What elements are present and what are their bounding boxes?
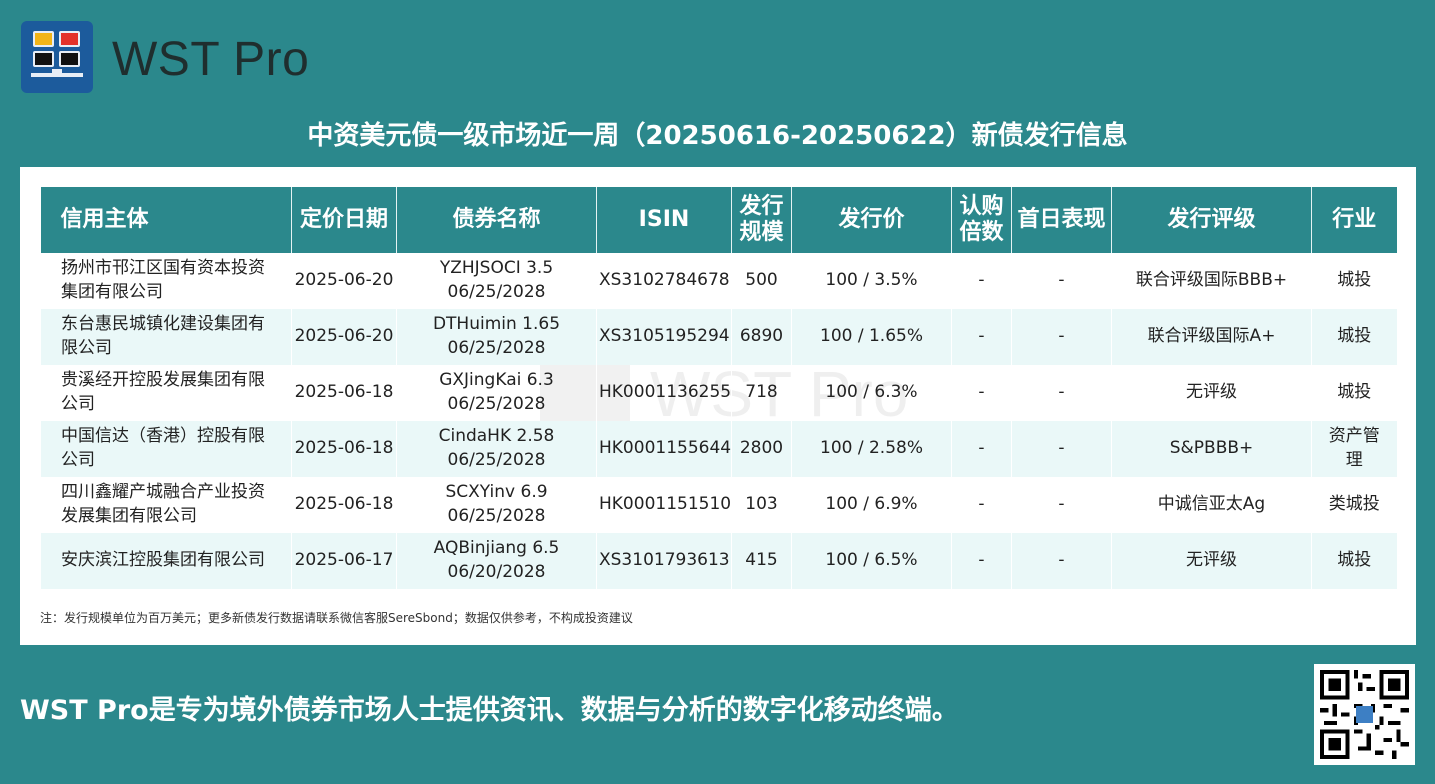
- table-cell: XS3101793613: [596, 533, 732, 589]
- table-cell: -: [1011, 365, 1112, 421]
- column-header: 发行价: [791, 187, 952, 253]
- table-cell: 城投: [1311, 533, 1397, 589]
- table-cell: 2025-06-17: [291, 533, 397, 589]
- table-cell: 2025-06-18: [291, 365, 397, 421]
- table-cell: 100 / 6.3%: [791, 365, 952, 421]
- table-cell: 6890: [731, 309, 792, 365]
- table-cell: -: [1011, 309, 1112, 365]
- table-cell: 103: [731, 477, 792, 533]
- table-cell: 东台惠民城镇化建设集团有 限公司: [40, 309, 292, 365]
- table-cell: 500: [731, 253, 792, 309]
- column-header: ISIN: [596, 187, 732, 253]
- table-cell: 联合评级国际BBB+: [1111, 253, 1312, 309]
- table-cell: HK0001151510: [596, 477, 732, 533]
- column-header: 债券名称: [396, 187, 597, 253]
- column-header: 发行 规模: [731, 187, 792, 253]
- table-cell: 中诚信亚太Ag: [1111, 477, 1312, 533]
- table-header-row: 信用主体 定价日期 债券名称 ISIN 发行 规模 发行价 认购 倍数 首日表现 发行评级 行业: [40, 187, 1397, 253]
- column-header: 行业: [1311, 187, 1397, 253]
- logo-icon: [21, 21, 93, 93]
- column-header: 首日表现: [1011, 187, 1112, 253]
- table-cell: 无评级: [1111, 533, 1312, 589]
- table-cell: 415: [731, 533, 792, 589]
- table-cell: 四川鑫耀产城融合产业投资 发展集团有限公司: [40, 477, 292, 533]
- column-header: 定价日期: [291, 187, 397, 253]
- table-cell: HK0001136255: [596, 365, 732, 421]
- table-cell: 100 / 2.58%: [791, 421, 952, 477]
- table-cell: -: [1011, 477, 1112, 533]
- table-cell: S&PBBB+: [1111, 421, 1312, 477]
- table-cell: -: [951, 533, 1012, 589]
- table-cell: HK0001155644: [596, 421, 732, 477]
- table-cell: -: [1011, 421, 1112, 477]
- table-cell: -: [1011, 253, 1112, 309]
- table-cell: AQBinjiang 6.5 06/20/2028: [396, 533, 597, 589]
- table-cell: 100 / 6.5%: [791, 533, 952, 589]
- slogan: WST Pro是专为境外债券市场人士提供资讯、数据与分析的数字化移动终端。: [20, 695, 959, 726]
- table-cell: GXJingKai 6.3 06/25/2028: [396, 365, 597, 421]
- table-row: 扬州市邗江区国有资本投资 集团有限公司 2025-06-20 YZHJSOCI 3.5…: [40, 253, 1397, 309]
- table-cell: CindaHK 2.58 06/25/2028: [396, 421, 597, 477]
- table-cell: -: [1011, 533, 1112, 589]
- table-cell: 2025-06-20: [291, 253, 397, 309]
- table-row: 贵溪经开控股发展集团有限 公司 2025-06-18 GXJingKai 6.3 06/…: [40, 365, 1397, 421]
- table-cell: DTHuimin 1.65 06/25/2028: [396, 309, 597, 365]
- data-card: WST Pro 信用主体 定价日期 债券名称 ISIN 发行 规模 发行价 认购 倍数 首日表现发…: [20, 167, 1416, 645]
- table-cell: 资产管理: [1311, 421, 1397, 477]
- page-title: 中资美元债一级市场近一周（20250616-20250622）新债发行信息: [307, 121, 1128, 151]
- table-row: 安庆滨江控股集团有限公司 2025-06-17 AQBinjiang 6.5 06/2…: [40, 533, 1397, 589]
- table-row: 四川鑫耀产城融合产业投资 发展集团有限公司 2025-06-18 SCXYinv 6.…: [40, 477, 1397, 533]
- table-cell: 100 / 3.5%: [791, 253, 952, 309]
- table-cell: -: [951, 365, 1012, 421]
- table-cell: 扬州市邗江区国有资本投资 集团有限公司: [40, 253, 292, 309]
- table-cell: -: [951, 253, 1012, 309]
- table-cell: SCXYinv 6.9 06/25/2028: [396, 477, 597, 533]
- table-cell: 100 / 6.9%: [791, 477, 952, 533]
- column-header: 信用主体: [40, 187, 292, 253]
- table-cell: 联合评级国际A+: [1111, 309, 1312, 365]
- table-cell: 2025-06-18: [291, 421, 397, 477]
- logo-text: WST Pro: [112, 33, 310, 86]
- table-cell: XS3105195294: [596, 309, 732, 365]
- table-row: 东台惠民城镇化建设集团有 限公司 2025-06-20 DTHuimin 1.65 06…: [40, 309, 1397, 365]
- table-cell: 无评级: [1111, 365, 1312, 421]
- table-cell: 2025-06-20: [291, 309, 397, 365]
- column-header: 认购 倍数: [951, 187, 1012, 253]
- table-cell: -: [951, 421, 1012, 477]
- table-cell: YZHJSOCI 3.5 06/25/2028: [396, 253, 597, 309]
- table-cell: 城投: [1311, 309, 1397, 365]
- table-cell: 中国信达（香港）控股有限 公司: [40, 421, 292, 477]
- table-cell: 安庆滨江控股集团有限公司: [40, 533, 292, 589]
- bond-issuance-table: 信用主体 定价日期 债券名称 ISIN 发行 规模 发行价 认购 倍数 首日表现 发行评级 行业 扬州…: [40, 187, 1397, 589]
- table-cell: 2025-06-18: [291, 477, 397, 533]
- table-cell: 2800: [731, 421, 792, 477]
- qr-code-icon: [1314, 664, 1415, 765]
- footnote: 注：发行规模单位为百万美元；更多新债发行数据请联系微信客服SereSbond；数…: [40, 611, 633, 625]
- column-header: 发行评级: [1111, 187, 1312, 253]
- table-cell: 贵溪经开控股发展集团有限 公司: [40, 365, 292, 421]
- table-row: 中国信达（香港）控股有限 公司 2025-06-18 CindaHK 2.58 06/2…: [40, 421, 1397, 477]
- table-cell: -: [951, 477, 1012, 533]
- table-cell: 城投: [1311, 365, 1397, 421]
- table-cell: 类城投: [1311, 477, 1397, 533]
- table-cell: XS3102784678: [596, 253, 732, 309]
- table-cell: 100 / 1.65%: [791, 309, 952, 365]
- table-cell: 城投: [1311, 253, 1397, 309]
- table-cell: 718: [731, 365, 792, 421]
- table-cell: -: [951, 309, 1012, 365]
